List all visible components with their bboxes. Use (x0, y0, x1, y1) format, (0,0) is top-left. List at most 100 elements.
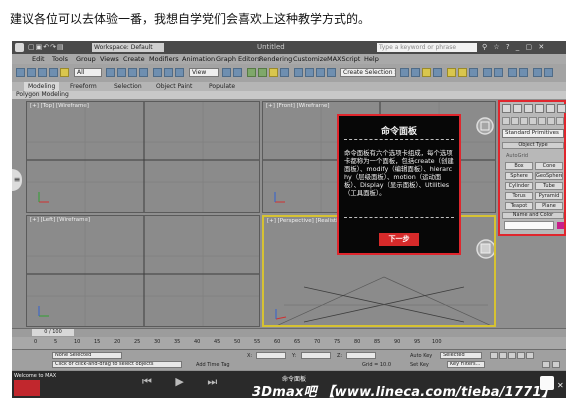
angle-snap-icon[interactable] (258, 68, 267, 77)
graphite-toggle-icon[interactable] (400, 68, 409, 77)
environment-icon[interactable] (508, 68, 517, 77)
menu-help[interactable]: Help (364, 54, 379, 64)
cameras-icon[interactable] (529, 117, 537, 125)
add-time-tag[interactable]: Add Time Tag (196, 362, 230, 368)
auto-key-button[interactable]: Auto Key (410, 353, 432, 359)
space-warps-icon[interactable] (547, 117, 555, 125)
curve-editor-icon[interactable] (411, 68, 420, 77)
shapes-icon[interactable] (511, 117, 519, 125)
render-production-icon[interactable] (469, 68, 478, 77)
render-setup-icon[interactable] (447, 68, 456, 77)
key-mode-dropdown[interactable]: Selected (440, 352, 482, 359)
layer-manager-icon[interactable] (327, 68, 336, 77)
hierarchy-tab-icon[interactable] (524, 104, 533, 113)
edit-named-selection-icon[interactable] (294, 68, 303, 77)
rectangle-selection-icon[interactable] (128, 68, 137, 77)
next-frame-icon[interactable] (517, 352, 525, 359)
cylinder-button[interactable]: Cylinder (505, 182, 533, 190)
more-tools-icon[interactable] (544, 68, 553, 77)
percent-snap-icon[interactable] (269, 68, 278, 77)
next-step-button[interactable]: 下一步 (379, 233, 419, 246)
create-tab-icon[interactable] (502, 104, 511, 113)
undo-icon[interactable] (16, 68, 25, 77)
track-bar[interactable]: 0 5 10 15 20 25 30 35 40 45 50 55 60 65 … (12, 337, 566, 350)
bind-space-warp-icon[interactable] (60, 68, 69, 77)
motion-tab-icon[interactable] (535, 104, 544, 113)
torus-button[interactable]: Torus (505, 192, 533, 200)
teapot-render-icon[interactable] (494, 68, 503, 77)
workspace-selector[interactable]: Workspace: Default (92, 43, 164, 52)
cone-button[interactable]: Cone (535, 162, 563, 170)
tab-object-paint[interactable]: Object Paint (156, 82, 192, 91)
set-key-button[interactable]: Set Key (410, 362, 429, 368)
mirror-icon[interactable] (305, 68, 314, 77)
menu-customize[interactable]: Customize (293, 54, 327, 64)
select-object-icon[interactable] (106, 68, 115, 77)
previous-frame-icon[interactable] (499, 352, 507, 359)
align-icon[interactable] (316, 68, 325, 77)
reference-coordinate-dropdown[interactable]: View (189, 68, 219, 77)
time-slider-thumb[interactable]: 0 / 100 (32, 329, 74, 336)
viewport-top[interactable]: [+] [Top] [Wireframe] (26, 101, 260, 213)
menu-modifiers[interactable]: Modifiers (149, 54, 179, 64)
menu-graph-editors[interactable]: Graph Editors (216, 54, 261, 64)
y-coordinate-field[interactable] (301, 352, 331, 359)
named-selection-set-dropdown[interactable]: Create Selection Set (340, 68, 396, 77)
menu-group[interactable]: Group (76, 54, 96, 64)
search-input[interactable]: Type a keyword or phrase (377, 43, 477, 52)
menu-tools[interactable]: Tools (52, 54, 68, 64)
spinner-snap-icon[interactable] (280, 68, 289, 77)
tab-populate[interactable]: Populate (209, 82, 235, 91)
box-button[interactable]: Box (505, 162, 533, 170)
menu-rendering[interactable]: Rendering (259, 54, 292, 64)
window-crossing-icon[interactable] (139, 68, 148, 77)
menu-animation[interactable]: Animation (182, 54, 215, 64)
select-scale-icon[interactable] (175, 68, 184, 77)
object-name-input[interactable] (504, 221, 554, 230)
primitive-type-dropdown[interactable]: Standard Primitives (502, 129, 564, 138)
select-manipulate-icon[interactable] (233, 68, 242, 77)
modify-tab-icon[interactable] (513, 104, 522, 113)
geometry-icon[interactable] (502, 117, 510, 125)
display-tab-icon[interactable] (546, 104, 555, 113)
plane-button[interactable]: Plane (535, 202, 563, 210)
selection-filter-dropdown[interactable]: All (74, 68, 102, 77)
sphere-button[interactable]: Sphere (505, 172, 533, 180)
tab-modeling[interactable]: Modeling (24, 82, 60, 91)
rendered-frame-window-icon[interactable] (458, 68, 467, 77)
quick-access-icons[interactable]: ▢▣↶↷▤ (28, 43, 65, 52)
maxscript-listener[interactable]: Welcome to MAX (14, 373, 56, 379)
extra-tools-icon[interactable] (533, 68, 542, 77)
systems-icon[interactable] (556, 117, 564, 125)
unlink-icon[interactable] (49, 68, 58, 77)
lights-icon[interactable] (520, 117, 528, 125)
play-icon[interactable] (508, 352, 516, 359)
pivot-center-icon[interactable] (222, 68, 231, 77)
redo-icon[interactable] (27, 68, 36, 77)
zoom-icon[interactable] (542, 361, 550, 368)
media-controls[interactable]: ⏮ ▶ ⏭ (142, 375, 227, 389)
close-icon[interactable]: ✕ (557, 381, 564, 390)
menu-maxscript[interactable]: MAXScript (327, 54, 360, 64)
material-editor-icon[interactable] (433, 68, 442, 77)
app-logo-icon[interactable] (15, 43, 24, 52)
go-to-end-icon[interactable] (526, 352, 534, 359)
object-color-swatch[interactable] (557, 222, 564, 229)
helpers-icon[interactable] (538, 117, 546, 125)
select-rotate-icon[interactable] (164, 68, 173, 77)
effects-icon[interactable] (519, 68, 528, 77)
geosphere-button[interactable]: GeoSphere (535, 172, 563, 180)
render-iterative-icon[interactable] (483, 68, 492, 77)
viewport-left[interactable]: [+] [Left] [Wireframe] (26, 215, 260, 327)
pyramid-button[interactable]: Pyramid (535, 192, 563, 200)
pan-icon[interactable] (552, 361, 560, 368)
schematic-view-icon[interactable] (422, 68, 431, 77)
window-controls[interactable]: ⚲ ☆ ? _ ▢ ✕ (482, 43, 546, 52)
autogrid-checkbox[interactable]: AutoGrid (506, 153, 528, 159)
object-type-rollout[interactable]: Object Type (502, 142, 564, 149)
select-move-icon[interactable] (153, 68, 162, 77)
tab-selection[interactable]: Selection (114, 82, 142, 91)
teapot-button[interactable]: Teapot (505, 202, 533, 210)
time-slider[interactable]: 0 / 100 (12, 328, 566, 337)
select-by-name-icon[interactable] (117, 68, 126, 77)
